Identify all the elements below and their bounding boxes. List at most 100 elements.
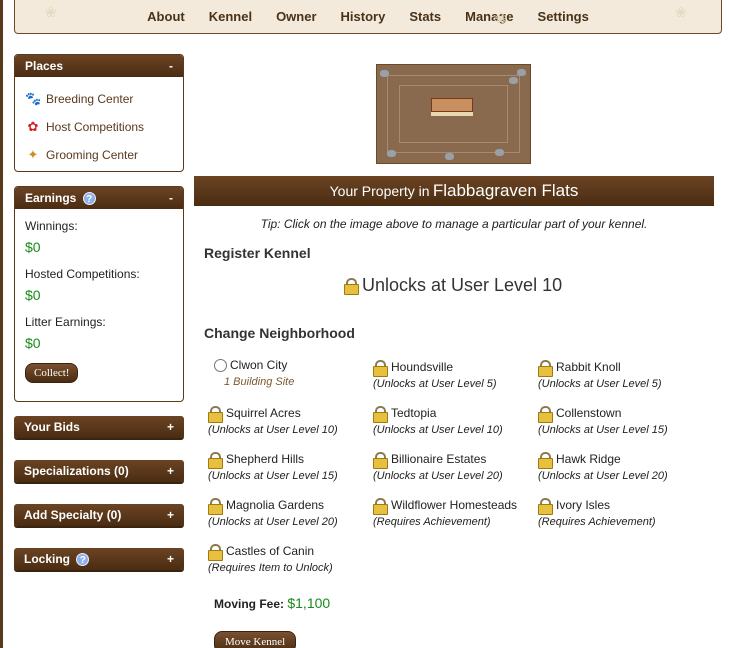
winnings-label: Winnings: [25,219,78,233]
lock-icon [373,497,388,515]
places-title: Places [25,59,64,73]
earnings-header[interactable]: Earnings ? - [15,187,183,209]
neighborhood-req: (Requires Achievement) [373,516,491,528]
bids-box: Your Bids + [14,416,184,438]
neighborhood-req: (Unlocks at User Level 15) [208,470,338,482]
place-breeding-center[interactable]: 🐾 Breeding Center [25,85,173,113]
lock-icon [373,359,388,377]
neighborhood-magnolia-gardens: Magnolia Gardens (Unlocks at User Level … [208,496,373,528]
paw-icon: ❀ [45,4,57,20]
neighborhood-name: Magnolia Gardens [226,498,325,512]
lock-icon [538,451,553,469]
neighborhood-clwon-city[interactable]: Clwon City 1 Building Site [214,356,379,388]
neighborhood-req: (Unlocks at User Level 10) [373,424,503,436]
kennel-map-image[interactable] [376,64,531,164]
earnings-toggle[interactable]: - [169,187,173,209]
lock-icon [208,451,223,469]
neighborhood-rabbit-knoll: Rabbit Knoll (Unlocks at User Level 5) [538,358,703,390]
earnings-body: Winnings: $0 Hosted Competitions: $0 Lit… [15,209,183,393]
ribbon-icon: ✿ [27,119,39,134]
neighborhood-req: (Unlocks at User Level 10) [208,424,338,436]
help-icon[interactable]: ? [82,192,96,206]
property-banner: Your Property in Flabbagraven Flats [194,176,714,206]
neighborhood-req: (Unlocks at User Level 20) [538,470,668,482]
place-host-competitions[interactable]: ✿ Host Competitions [25,113,173,141]
neighborhood-radio[interactable] [214,358,227,372]
sidebar: Places - 🐾 Breeding Center ✿ Host Compet… [14,54,184,592]
hosted-label: Hosted Competitions: [25,267,140,281]
neighborhood-name: Houndsville [391,360,454,374]
lock-icon [208,497,223,515]
property-prefix: Your Property in [329,183,430,199]
hosted-value: $0 [25,287,41,303]
register-kennel-title: Register Kennel [204,245,311,261]
neighborhood-collenstown: Collenstown (Unlocks at User Level 15) [538,404,703,436]
neighborhood-req: (Unlocks at User Level 5) [538,378,662,390]
neighborhood-tedtopia: Tedtopia (Unlocks at User Level 10) [373,404,538,436]
specializations-box: Specializations (0) + [14,460,184,482]
left-border [0,0,3,648]
lock-icon [208,405,223,423]
winnings-value: $0 [25,239,41,255]
add-specialty-toggle[interactable]: + [167,504,174,526]
nav-kennel[interactable]: Kennel [209,9,252,24]
top-nav: ❀ ❀ ❀ About Kennel Owner History Stats M… [14,0,722,34]
specializations-toggle[interactable]: + [167,460,174,482]
bids-toggle[interactable]: + [167,416,174,438]
neighborhood-req: (Requires Achievement) [538,516,656,528]
lock-icon [344,278,359,295]
move-kennel-button[interactable]: Move Kennel [214,631,297,648]
tip-text: Tip: Click on the image above to manage … [260,217,648,231]
neighborhood-req: (Unlocks at User Level 15) [538,424,668,436]
add-specialty-header[interactable]: Add Specialty (0) + [14,504,184,526]
moving-fee-value: $1,100 [287,595,331,611]
neighborhood-name: Squirrel Acres [226,406,301,420]
neighborhood-shepherd-hills: Shepherd Hills (Unlocks at User Level 15… [208,450,373,482]
add-specialty-box: Add Specialty (0) + [14,504,184,526]
nav-stats[interactable]: Stats [409,9,441,24]
places-list: 🐾 Breeding Center ✿ Host Competitions ✦ … [15,77,183,175]
neighborhood-hawk-ridge: Hawk Ridge (Unlocks at User Level 20) [538,450,703,482]
paw-icon: ❀ [495,10,507,26]
neighborhood-squirrel-acres: Squirrel Acres (Unlocks at User Level 10… [208,404,373,436]
neighborhood-ivory-isles: Ivory Isles (Requires Achievement) [538,496,703,528]
lock-icon [538,497,553,515]
place-label: Breeding Center [46,92,134,106]
property-name: Flabbagraven Flats [432,181,579,200]
neighborhood-req: (Unlocks at User Level 20) [208,516,338,528]
neighborhood-houndsville: Houndsville (Unlocks at User Level 5) [373,358,538,390]
lock-icon [373,405,388,423]
moving-fee: Moving Fee: $1,100 [214,595,330,611]
bids-header[interactable]: Your Bids + [14,416,184,438]
place-grooming-center[interactable]: ✦ Grooming Center [25,141,173,169]
help-icon[interactable]: ? [76,553,90,567]
litter-value: $0 [25,335,41,351]
neighborhood-name: Billionaire Estates [391,452,487,466]
nav-owner[interactable]: Owner [276,9,316,24]
neighborhood-req: (Requires Item to Unlock) [208,562,333,574]
lock-icon [538,359,553,377]
neighborhood-name: Ivory Isles [556,498,611,512]
kennel-building[interactable] [431,98,473,112]
specializations-header[interactable]: Specializations (0) + [14,460,184,482]
places-toggle[interactable]: - [169,55,173,77]
specializations-title: Specializations (0) [24,464,129,478]
moving-fee-label: Moving Fee: [214,597,285,611]
neighborhood-castles-of-canin: Castles of Canin (Requires Item to Unloc… [208,542,373,574]
earnings-title: Earnings [25,191,77,205]
places-header[interactable]: Places - [15,55,183,77]
nav-about[interactable]: About [147,9,185,24]
lock-icon [208,543,223,561]
collect-button[interactable]: Collect! [25,363,79,383]
neighborhood-name: Collenstown [556,406,622,420]
bids-title: Your Bids [24,420,80,434]
locking-header[interactable]: Locking ? + [14,548,184,570]
locking-toggle[interactable]: + [167,548,174,570]
nav-settings[interactable]: Settings [538,9,589,24]
neighborhood-name: Shepherd Hills [226,452,305,466]
lock-icon [538,405,553,423]
place-label: Host Competitions [46,120,145,134]
add-specialty-title: Add Specialty (0) [24,508,122,522]
neighborhood-name: Wildflower Homesteads [391,498,518,512]
nav-history[interactable]: History [341,9,386,24]
